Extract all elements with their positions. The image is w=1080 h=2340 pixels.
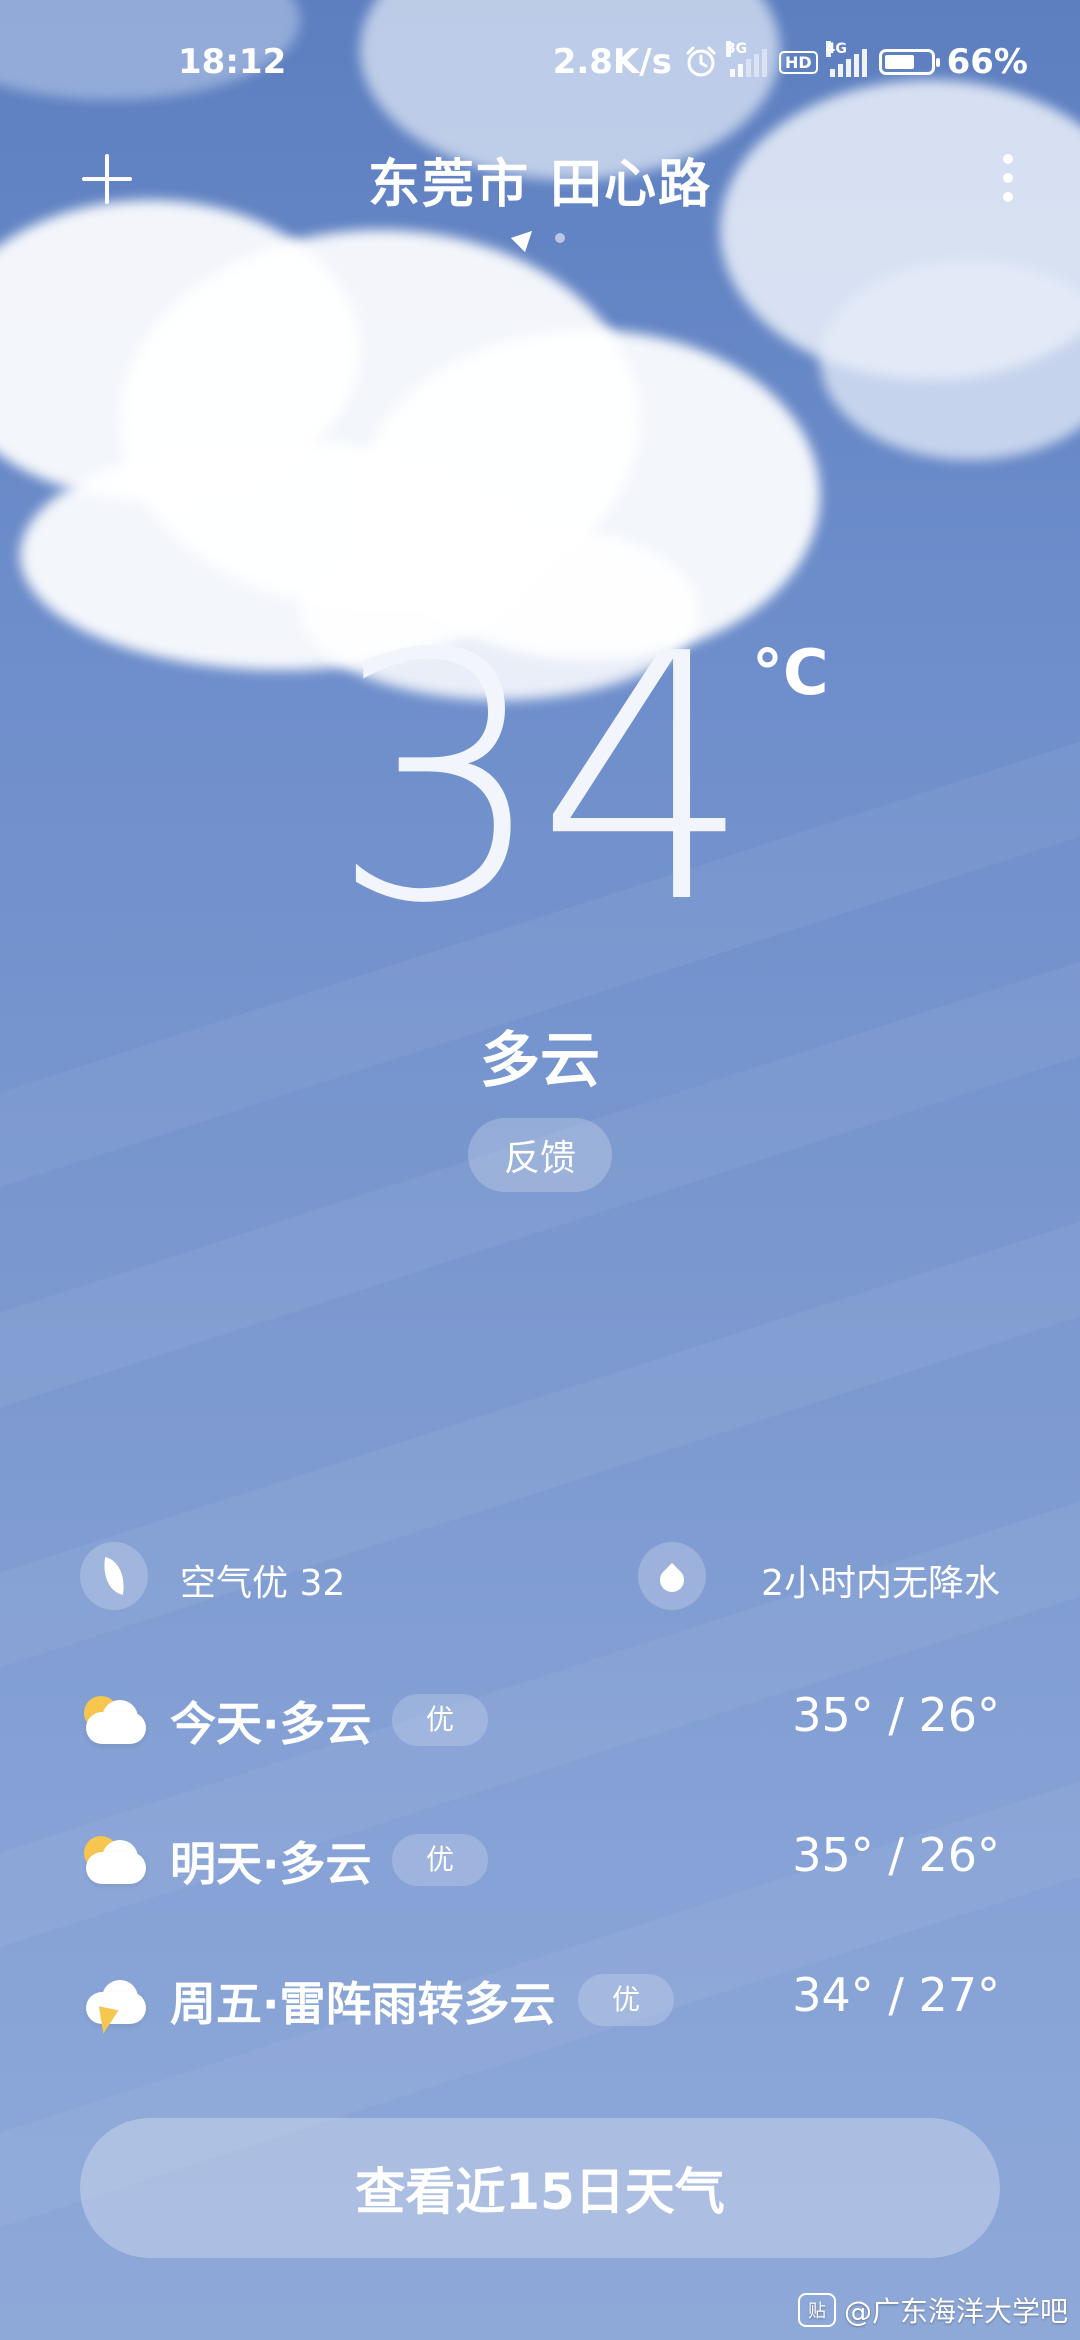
current-temperature-block: 34 °C — [0, 610, 1080, 950]
more-vertical-icon[interactable] — [988, 148, 1028, 208]
page-dot — [555, 233, 565, 243]
forecast-row[interactable]: 周五·雷阵雨转多云 优 34° / 27° — [0, 1960, 1080, 2100]
precipitation-forecast[interactable]: 2小时内无降水 — [761, 1554, 1000, 1606]
current-condition: 多云 — [480, 1026, 600, 1096]
city-title[interactable]: 东莞市 田心路 — [0, 142, 1080, 217]
forecast-temp-range: 35° / 26° — [792, 1828, 1000, 1882]
partly-cloudy-icon — [80, 1834, 150, 1894]
forecast-temp-range: 34° / 27° — [792, 1968, 1000, 2022]
status-time: 18:12 — [178, 42, 287, 82]
thunderstorm-icon — [80, 1974, 150, 2036]
view-15-day-forecast-button[interactable]: 查看近15日天气 — [80, 2118, 1000, 2258]
alarm-clock-icon — [686, 46, 716, 77]
forecast-row[interactable]: 明天·多云 优 35° / 26° — [0, 1820, 1080, 1960]
hd-voice-icon: HD — [778, 50, 818, 74]
watermark: 贴 @广东海洋大学吧 — [797, 2290, 1068, 2330]
network-speed: 2.8K/s — [552, 42, 672, 82]
tieba-logo-icon: 贴 — [797, 2293, 836, 2327]
forecast-row[interactable]: 今天·多云 优 35° / 26° — [0, 1680, 1080, 1820]
battery-percent: 66% — [946, 42, 1028, 82]
temperature-unit: °C — [752, 636, 829, 709]
watermark-text: @广东海洋大学吧 — [843, 2295, 1068, 2328]
feedback-button[interactable]: 反馈 — [468, 1118, 612, 1192]
signal-sim2-icon: 4G — [825, 41, 867, 77]
summary-row: 空气优 32 2小时内无降水 — [0, 1542, 1080, 1612]
aqi-badge: 优 — [578, 1974, 674, 2026]
battery-icon — [878, 49, 940, 75]
aqi-badge: 优 — [392, 1834, 488, 1886]
aqi-badge: 优 — [392, 1694, 488, 1746]
current-temperature: 34 — [330, 582, 753, 978]
page-indicator — [0, 223, 1080, 253]
forecast-day-label: 明天·多云 — [170, 1837, 372, 1891]
air-quality[interactable]: 空气优 32 — [180, 1554, 345, 1606]
status-bar: 18:12 2.8K/s 3G HD 4G 66% — [0, 38, 1080, 88]
signal-sim1-icon: 3G — [725, 41, 767, 77]
leaf-icon[interactable] — [80, 1542, 148, 1610]
forecast-list: 今天·多云 优 35° / 26° 明天·多云 优 35° / 26° 周五·雷… — [0, 1680, 1080, 2100]
water-drop-icon[interactable] — [638, 1542, 706, 1610]
partly-cloudy-icon — [80, 1694, 150, 1754]
location-arrow-icon — [510, 223, 540, 253]
forecast-day-label: 周五·雷阵雨转多云 — [170, 1977, 556, 2031]
forecast-day-label: 今天·多云 — [170, 1697, 372, 1751]
forecast-temp-range: 35° / 26° — [792, 1688, 1000, 1742]
